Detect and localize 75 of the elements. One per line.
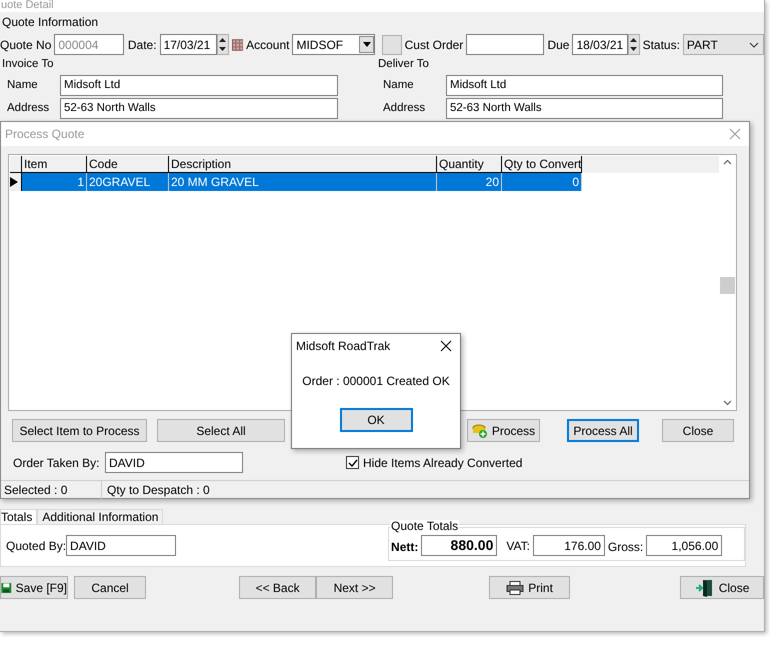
- row-pointer-icon: [10, 177, 18, 187]
- field-label: Cust Order: [404, 36, 464, 54]
- input-field[interactable]: 000004: [54, 34, 124, 55]
- push-button[interactable]: Select Item to Process: [12, 419, 147, 442]
- printer-icon: [506, 580, 524, 595]
- process-button[interactable]: Process: [467, 419, 540, 442]
- input-field[interactable]: [466, 34, 544, 55]
- grid-row[interactable]: 1 20GRAVEL 20 MM GRAVEL 20 0: [10, 173, 582, 191]
- tab[interactable]: Totals: [0, 509, 38, 524]
- group-label: Quote Information: [1, 14, 100, 31]
- dialog-title: Midsoft RoadTrak: [296, 338, 390, 355]
- ok-button[interactable]: OK: [340, 408, 412, 432]
- coins-add-icon: [472, 422, 488, 438]
- input-field[interactable]: DAVID: [66, 535, 176, 556]
- table-cell: 1: [22, 173, 87, 191]
- status-text: Qty to Despatch : 0: [106, 482, 210, 498]
- checkbox-label: Hide Items Already Converted: [363, 454, 522, 472]
- push-button[interactable]: Cancel: [74, 576, 146, 600]
- field-label: Due: [547, 36, 570, 54]
- calendar-icon[interactable]: [232, 38, 244, 50]
- field-label: Address: [6, 101, 50, 116]
- status-text: Selected : 0: [1, 480, 102, 498]
- field-label: Nett:: [391, 538, 418, 556]
- close-icon[interactable]: [440, 340, 452, 352]
- group-label: Deliver To: [378, 57, 430, 72]
- input-field[interactable]: 18/03/21: [572, 34, 628, 55]
- input-field[interactable]: 52-63 North Walls: [60, 98, 338, 120]
- push-button[interactable]: Next >>: [316, 576, 394, 600]
- group-label: Quote Totals: [390, 520, 460, 532]
- input-field[interactable]: 176.00: [532, 535, 605, 556]
- exit-button[interactable]: Close: [680, 576, 764, 600]
- print-button[interactable]: Print: [489, 576, 570, 600]
- field-label: Order Taken By:: [13, 454, 100, 472]
- field-label: Status:: [642, 36, 680, 54]
- field-label: Name: [382, 78, 415, 94]
- tab[interactable]: Additional Information: [37, 509, 164, 524]
- spinner-icon[interactable]: [216, 34, 229, 55]
- table-cell: 20GRAVEL: [87, 173, 169, 191]
- field-label: Address: [382, 101, 426, 116]
- window-title: uote Detail: [0, 0, 54, 11]
- field-label: VAT:: [506, 538, 530, 555]
- scroll-up-icon[interactable]: [723, 159, 732, 165]
- input-field[interactable]: DAVID: [105, 452, 243, 473]
- input-field[interactable]: 17/03/21: [160, 34, 217, 55]
- save-button[interactable]: Save [F9]: [0, 576, 68, 600]
- table-cell: 20: [437, 173, 502, 191]
- door-exit-icon: [694, 578, 715, 597]
- field-label: Quote No: [0, 36, 52, 54]
- checkbox[interactable]: [346, 456, 359, 469]
- push-button[interactable]: Select All: [157, 419, 285, 442]
- push-button[interactable]: Process All: [567, 419, 639, 442]
- push-button[interactable]: Close: [662, 419, 734, 442]
- status-dropdown[interactable]: PART: [682, 34, 764, 55]
- spinner-icon[interactable]: [628, 34, 640, 55]
- table-cell: 20 MM GRAVEL: [169, 173, 437, 191]
- input-field[interactable]: 1,056.00: [646, 535, 722, 556]
- input-field[interactable]: 52-63 North Walls: [446, 98, 723, 120]
- input-field[interactable]: Midsoft Ltd: [60, 75, 338, 96]
- dialog-title: Process Quote: [5, 126, 84, 143]
- account-dropdown[interactable]: MIDSOF: [292, 34, 376, 55]
- dropdown-arrow-icon: [362, 42, 371, 47]
- input-field[interactable]: Midsoft Ltd: [446, 75, 723, 96]
- scroll-down-icon[interactable]: [723, 400, 732, 406]
- group-label: Invoice To: [2, 57, 55, 72]
- field-label: Account: [246, 36, 290, 54]
- table-cell: 0: [502, 173, 582, 191]
- field-label: Quoted By:: [5, 538, 66, 555]
- push-button[interactable]: << Back: [239, 576, 316, 600]
- input-field[interactable]: 880.00: [421, 535, 498, 556]
- chevron-down-icon: [749, 42, 759, 48]
- field-label: Gross:: [608, 538, 644, 556]
- scrollbar-thumb[interactable]: [720, 277, 735, 294]
- field-label: Name: [6, 78, 39, 94]
- field-label: Date:: [128, 36, 157, 54]
- message-text: Order : 000001 Created OK: [302, 373, 450, 390]
